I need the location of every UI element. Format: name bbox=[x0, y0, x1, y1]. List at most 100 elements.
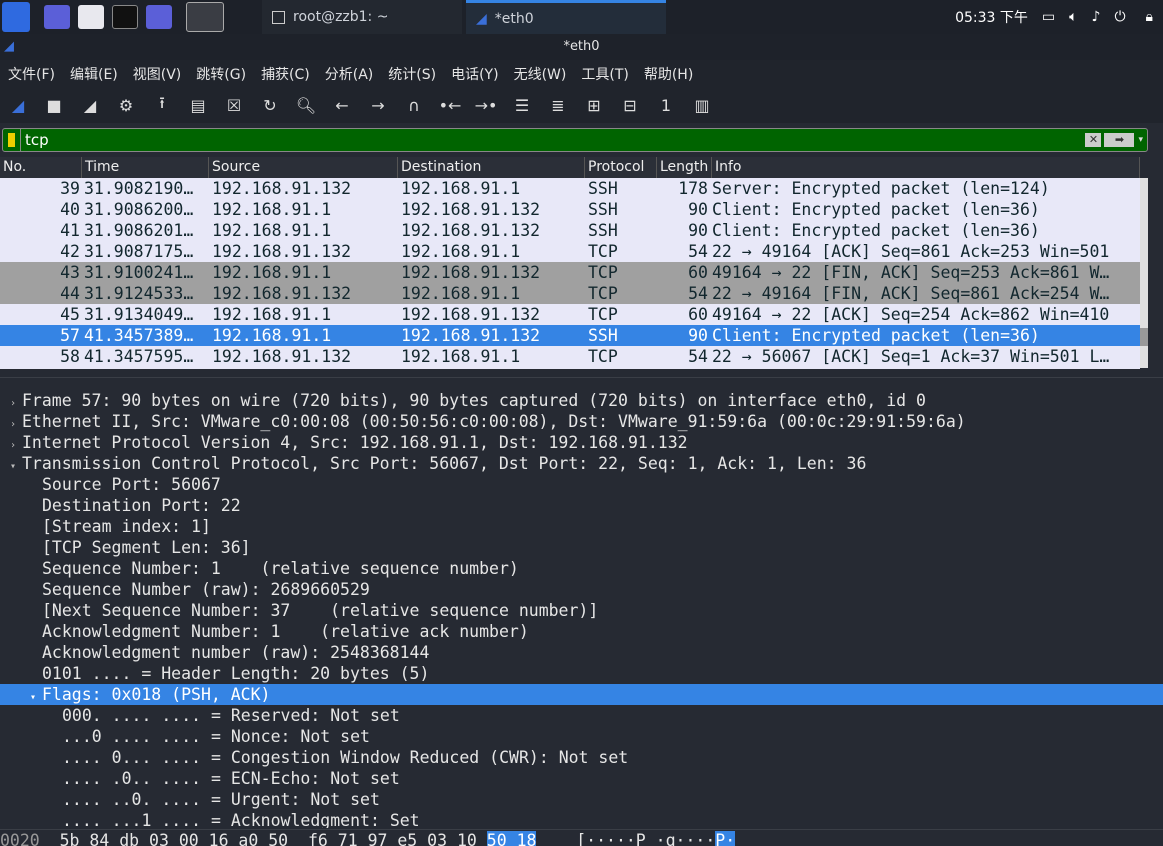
stop-capture-icon[interactable]: ■ bbox=[42, 93, 66, 117]
search-icon[interactable]: 🔍︎ bbox=[294, 93, 318, 117]
notification-bell-icon[interactable]: ♪ bbox=[1092, 9, 1101, 25]
cell-dst: 192.168.91.132 bbox=[401, 305, 541, 324]
reload-file-icon[interactable]: ↻ bbox=[258, 93, 282, 117]
detail-row[interactable]: .... .0.. .... = ECN-Echo: Not set bbox=[0, 768, 1163, 789]
menu-item[interactable]: 无线(W) bbox=[514, 64, 567, 84]
menu-item[interactable]: 视图(V) bbox=[133, 64, 182, 84]
screen-recorder-icon[interactable] bbox=[146, 5, 172, 29]
packet-list-scrollbar[interactable] bbox=[1140, 178, 1148, 368]
menu-item[interactable]: 统计(S) bbox=[388, 64, 436, 84]
col-time[interactable]: Time bbox=[82, 157, 209, 178]
hex-ascii[interactable]: [·····P ·q···· bbox=[576, 831, 715, 846]
col-destination[interactable]: Destination bbox=[398, 157, 585, 178]
task-wireshark[interactable]: ◢ *eth0 bbox=[466, 0, 666, 34]
zoom-out-icon[interactable]: ⊟ bbox=[618, 93, 642, 117]
detail-row[interactable]: Source Port: 56067 bbox=[0, 474, 1163, 495]
detail-row[interactable]: [Next Sequence Number: 37 (relative sequ… bbox=[0, 600, 1163, 621]
menu-item[interactable]: 分析(A) bbox=[325, 64, 374, 84]
task-terminal[interactable]: root@zzb1: ~ bbox=[262, 0, 462, 34]
file-manager-icon[interactable] bbox=[78, 5, 104, 29]
packet-row[interactable]: 57 41.3457389… 192.168.91.1 192.168.91.132 S… bbox=[0, 325, 1140, 346]
back-arrow-icon[interactable]: ← bbox=[330, 93, 354, 117]
detail-row[interactable]: [Stream index: 1] bbox=[0, 516, 1163, 537]
pane-splitter[interactable] bbox=[0, 377, 1163, 386]
detail-row[interactable]: › Internet Protocol Version 4, Src: 192.1… bbox=[0, 432, 1163, 453]
menu-item[interactable]: 电话(Y) bbox=[451, 64, 498, 84]
workspace-icon[interactable] bbox=[44, 5, 70, 29]
detail-row[interactable]: .... ...1 .... = Acknowledgment: Set bbox=[0, 810, 1163, 828]
packet-row[interactable]: 58 41.3457595… 192.168.91.132 192.168.91.1 T… bbox=[0, 346, 1140, 367]
clock[interactable]: 05:33 下午 bbox=[955, 7, 1028, 27]
terminal-icon[interactable] bbox=[112, 5, 138, 29]
detail-row[interactable]: Acknowledgment number (raw): 2548368144 bbox=[0, 642, 1163, 663]
hex-ascii-highlight[interactable]: P· bbox=[715, 831, 736, 846]
cell-time: 31.9124533… bbox=[84, 284, 194, 303]
packet-row[interactable]: 42 31.9087175… 192.168.91.132 192.168.91.1 T… bbox=[0, 241, 1140, 262]
detail-row[interactable]: 0101 .... = Header Length: 20 bytes (5) bbox=[0, 663, 1163, 684]
save-file-icon[interactable]: ▤ bbox=[186, 93, 210, 117]
open-file-icon[interactable]: ⭱ bbox=[150, 93, 174, 117]
packet-row[interactable]: 43 31.9100241… 192.168.91.1 192.168.91.132 T… bbox=[0, 262, 1140, 283]
menu-item[interactable]: 编辑(E) bbox=[70, 64, 118, 84]
detail-row[interactable]: ...0 .... .... = Nonce: Not set bbox=[0, 726, 1163, 747]
hex-bytes[interactable]: 5b 84 db 03 00 16 a0 50 f6 71 97 e5 03 1… bbox=[60, 831, 487, 846]
resize-columns-icon[interactable]: ▥ bbox=[690, 93, 714, 117]
detail-row[interactable]: .... 0... .... = Congestion Window Reduc… bbox=[0, 747, 1163, 768]
detail-row[interactable]: ▾ Transmission Control Protocol, Src Port… bbox=[0, 453, 1163, 474]
detail-row[interactable]: › Ethernet II, Src: VMware_c0:00:08 (00:5… bbox=[0, 411, 1163, 432]
detail-row[interactable]: Acknowledgment Number: 1 (relative ack n… bbox=[0, 621, 1163, 642]
apply-filter-icon[interactable]: ➡ bbox=[1104, 133, 1135, 147]
packet-row[interactable]: 40 31.9086200… 192.168.91.1 192.168.91.132 S… bbox=[0, 199, 1140, 220]
filter-dropdown-icon[interactable]: ▾ bbox=[1138, 135, 1143, 145]
menu-item[interactable]: 帮助(H) bbox=[644, 64, 693, 84]
cell-len: 178 bbox=[678, 179, 708, 198]
start-capture-icon[interactable]: ◢ bbox=[6, 93, 30, 117]
detail-row[interactable]: 000. .... .... = Reserved: Not set bbox=[0, 705, 1163, 726]
detail-text: .... 0... .... = Congestion Window Reduc… bbox=[62, 748, 629, 767]
power-icon[interactable]: ⏻ bbox=[1114, 9, 1125, 25]
col-no[interactable]: No. bbox=[0, 157, 82, 178]
options-gear-icon[interactable]: ⚙ bbox=[114, 93, 138, 117]
goto-packet-icon[interactable]: ∩ bbox=[402, 93, 426, 117]
detail-row[interactable]: Destination Port: 22 bbox=[0, 495, 1163, 516]
detail-row[interactable]: Sequence Number (raw): 2689660529 bbox=[0, 579, 1163, 600]
packet-row[interactable]: 44 31.9124533… 192.168.91.132 192.168.91.1 T… bbox=[0, 283, 1140, 304]
menu-item[interactable]: 工具(T) bbox=[581, 64, 628, 84]
hex-bytes-highlight[interactable]: 50 18 bbox=[486, 831, 537, 846]
normal-size-icon[interactable]: 1 bbox=[654, 93, 678, 117]
detail-row[interactable]: Sequence Number: 1 (relative sequence nu… bbox=[0, 558, 1163, 579]
forward-arrow-icon[interactable]: → bbox=[366, 93, 390, 117]
clear-filter-icon[interactable]: ✕ bbox=[1085, 133, 1102, 147]
menu-item[interactable]: 捕获(C) bbox=[261, 64, 310, 84]
volume-icon[interactable]: 🔈︎ bbox=[1069, 9, 1077, 25]
first-packet-icon[interactable]: •← bbox=[438, 93, 462, 117]
filter-bookmark-icon[interactable] bbox=[3, 129, 21, 151]
expand-down-icon[interactable]: ▾ bbox=[4, 456, 22, 477]
col-source[interactable]: Source bbox=[209, 157, 398, 178]
packet-row[interactable]: 41 31.9086201… 192.168.91.1 192.168.91.132 S… bbox=[0, 220, 1140, 241]
col-protocol[interactable]: Protocol bbox=[585, 157, 657, 178]
col-info[interactable]: Info bbox=[712, 157, 1140, 178]
expand-down-icon[interactable]: ▾ bbox=[24, 687, 42, 708]
detail-row[interactable]: ▾ Flags: 0x018 (PSH, ACK) bbox=[0, 684, 1163, 705]
lock-icon[interactable]: 🔒︎ bbox=[1146, 9, 1153, 25]
menu-item[interactable]: 文件(F) bbox=[8, 64, 55, 84]
detail-row[interactable]: [TCP Segment Len: 36] bbox=[0, 537, 1163, 558]
last-packet-icon[interactable]: →• bbox=[474, 93, 498, 117]
display-filter-bar: ✕ ➡ ▾ bbox=[2, 128, 1148, 152]
close-file-icon[interactable]: ☒ bbox=[222, 93, 246, 117]
display-filter-input[interactable] bbox=[21, 131, 1086, 149]
detail-row[interactable]: › Frame 57: 90 bytes on wire (720 bits), … bbox=[0, 390, 1163, 411]
zoom-in-icon[interactable]: ⊞ bbox=[582, 93, 606, 117]
colorize-icon[interactable]: ≣ bbox=[546, 93, 570, 117]
menu-item[interactable]: 跳转(G) bbox=[196, 64, 246, 84]
kali-menu-icon[interactable] bbox=[2, 2, 30, 32]
autoscroll-icon[interactable]: ☰ bbox=[510, 93, 534, 117]
detail-row[interactable]: .... ..0. .... = Urgent: Not set bbox=[0, 789, 1163, 810]
packet-row[interactable]: 45 31.9134049… 192.168.91.1 192.168.91.132 T… bbox=[0, 304, 1140, 325]
packet-row[interactable]: 39 31.9082190… 192.168.91.132 192.168.91.1 S… bbox=[0, 178, 1140, 199]
restart-capture-icon[interactable]: ◢ bbox=[78, 93, 102, 117]
col-length[interactable]: Length bbox=[657, 157, 712, 178]
wireshark-launcher-icon[interactable] bbox=[186, 2, 224, 32]
display-icon[interactable]: ▭ bbox=[1042, 9, 1055, 25]
